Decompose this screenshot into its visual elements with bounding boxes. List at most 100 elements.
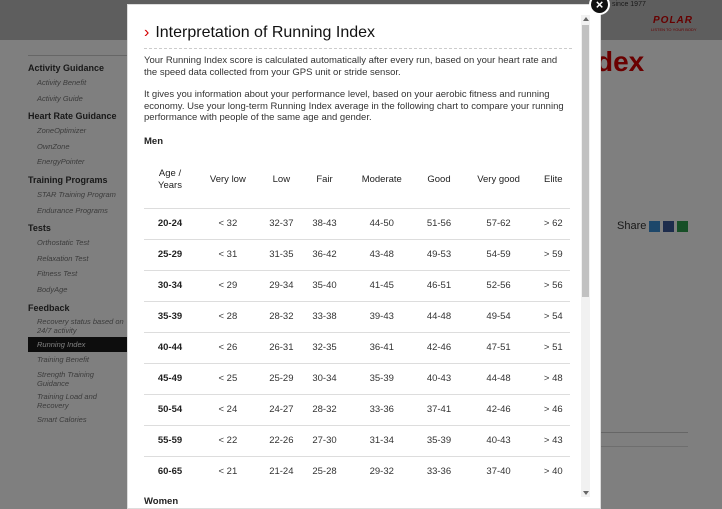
- column-header: Age / Years: [158, 167, 182, 191]
- column-header: Moderate: [361, 173, 402, 185]
- column-header: Very good: [477, 173, 520, 185]
- table-cell: 33-36: [417, 456, 461, 487]
- table-cell: > 40: [536, 456, 570, 487]
- column-header: Elite: [544, 173, 563, 185]
- table-cell: 42-46: [460, 394, 537, 426]
- scrollbar-thumb[interactable]: [582, 25, 589, 297]
- table-cell: > 43: [536, 425, 570, 457]
- table-cell: 49-53: [417, 239, 461, 271]
- modal-content: Your Running Index score is calculated a…: [144, 55, 572, 508]
- running-index-modal: › Interpretation of Running Index Your Ru…: [127, 4, 601, 509]
- table-cell: < 21: [196, 456, 260, 487]
- age-group-cell: 50-54: [144, 394, 196, 426]
- title-divider: [144, 48, 572, 49]
- table-cell: 25-28: [302, 456, 347, 487]
- table-cell: 30-34: [302, 363, 347, 395]
- table-row: 40-44 < 26 26-31 32-35 36-41 42-46 47-51 > 51: [144, 332, 570, 364]
- table-cell: 51-56: [417, 208, 461, 240]
- table-cell: 22-26: [259, 425, 303, 457]
- table-cell: 44-48: [417, 301, 461, 333]
- modal-title: › Interpretation of Running Index: [144, 24, 375, 42]
- table-cell: 27-30: [302, 425, 347, 457]
- table-row: 35-39 < 28 28-32 33-38 39-43 44-48 49-54 > 54: [144, 301, 570, 333]
- table-row: 60-65 < 21 21-24 25-28 29-32 33-36 37-40 > 40: [144, 456, 570, 487]
- running-index-table-men: Age / Years Very low Low Fair Moderate Good Ver…: [144, 151, 570, 487]
- table-cell: 28-32: [302, 394, 347, 426]
- table-cell: 40-43: [417, 363, 461, 395]
- table-cell: < 25: [196, 363, 260, 395]
- table-row: 50-54 < 24 24-27 28-32 33-36 37-41 42-46 > 46: [144, 394, 570, 426]
- men-heading: Men: [144, 135, 163, 147]
- table-cell: 36-42: [302, 239, 347, 271]
- table-cell: > 48: [536, 363, 570, 395]
- table-cell: 52-56: [460, 270, 537, 302]
- table-cell: 24-27: [259, 394, 303, 426]
- table-cell: < 26: [196, 332, 260, 364]
- table-cell: 31-34: [346, 425, 418, 457]
- table-cell: 57-62: [460, 208, 537, 240]
- table-cell: 37-40: [460, 456, 537, 487]
- table-cell: 35-39: [417, 425, 461, 457]
- column-header: Low: [272, 173, 291, 185]
- table-cell: 32-35: [302, 332, 347, 364]
- table-cell: 47-51: [460, 332, 537, 364]
- table-cell: 35-39: [346, 363, 418, 395]
- table-cell: < 29: [196, 270, 260, 302]
- women-heading: Women: [144, 496, 179, 507]
- table-cell: 49-54: [460, 301, 537, 333]
- table-row: 20-24 < 32 32-37 38-43 44-50 51-56 57-62 > 62: [144, 208, 570, 240]
- table-cell: 21-24: [259, 456, 303, 487]
- table-cell: 39-43: [346, 301, 418, 333]
- table-cell: 44-50: [346, 208, 418, 240]
- table-row: 45-49 < 25 25-29 30-34 35-39 40-43 44-48 > 48: [144, 363, 570, 395]
- table-cell: 54-59: [460, 239, 537, 271]
- table-cell: < 28: [196, 301, 260, 333]
- age-group-cell: 30-34: [144, 270, 196, 302]
- age-group-cell: 60-65: [144, 456, 196, 487]
- table-cell: < 32: [196, 208, 260, 240]
- table-cell: 29-34: [259, 270, 303, 302]
- table-cell: 42-46: [417, 332, 461, 364]
- age-group-cell: 45-49: [144, 363, 196, 395]
- table-cell: > 51: [536, 332, 570, 364]
- table-cell: > 56: [536, 270, 570, 302]
- scroll-up-arrow-icon[interactable]: [583, 17, 589, 21]
- table-cell: 31-35: [259, 239, 303, 271]
- table-cell: 36-41: [346, 332, 418, 364]
- table-body: 20-24 < 32 32-37 38-43 44-50 51-56 57-62 > 62 25…: [144, 208, 570, 487]
- age-group-cell: 55-59: [144, 425, 196, 457]
- table-row: 55-59 < 22 22-26 27-30 31-34 35-39 40-43 > 43: [144, 425, 570, 457]
- table-cell: 32-37: [259, 208, 303, 240]
- column-header: Very low: [209, 173, 246, 185]
- table-cell: < 22: [196, 425, 260, 457]
- table-row: 30-34 < 29 29-34 35-40 41-45 46-51 52-56 > 56: [144, 270, 570, 302]
- age-group-cell: 35-39: [144, 301, 196, 333]
- column-header: Good: [427, 173, 451, 185]
- scrollbar[interactable]: [581, 15, 590, 497]
- chevron-right-icon: ›: [144, 24, 150, 41]
- table-cell: 26-31: [259, 332, 303, 364]
- column-header: Fair: [316, 173, 333, 185]
- usage-paragraph: It gives you information about your perf…: [144, 89, 564, 123]
- table-cell: 41-45: [346, 270, 418, 302]
- table-cell: 28-32: [259, 301, 303, 333]
- table-cell: 25-29: [259, 363, 303, 395]
- table-cell: > 62: [536, 208, 570, 240]
- table-cell: 40-43: [460, 425, 537, 457]
- table-cell: 29-32: [346, 456, 418, 487]
- table-cell: 46-51: [417, 270, 461, 302]
- table-cell: > 59: [536, 239, 570, 271]
- table-cell: 37-41: [417, 394, 461, 426]
- table-cell: < 31: [196, 239, 260, 271]
- table-cell: 33-36: [346, 394, 418, 426]
- table-cell: 38-43: [302, 208, 347, 240]
- table-cell: 43-48: [346, 239, 418, 271]
- table-cell: < 24: [196, 394, 260, 426]
- scroll-down-arrow-icon[interactable]: [583, 491, 589, 495]
- table-cell: 33-38: [302, 301, 347, 333]
- modal-title-text: Interpretation of Running Index: [155, 24, 376, 41]
- age-group-cell: 25-29: [144, 239, 196, 271]
- table-cell: > 54: [536, 301, 570, 333]
- age-group-cell: 20-24: [144, 208, 196, 240]
- table-cell: 44-48: [460, 363, 537, 395]
